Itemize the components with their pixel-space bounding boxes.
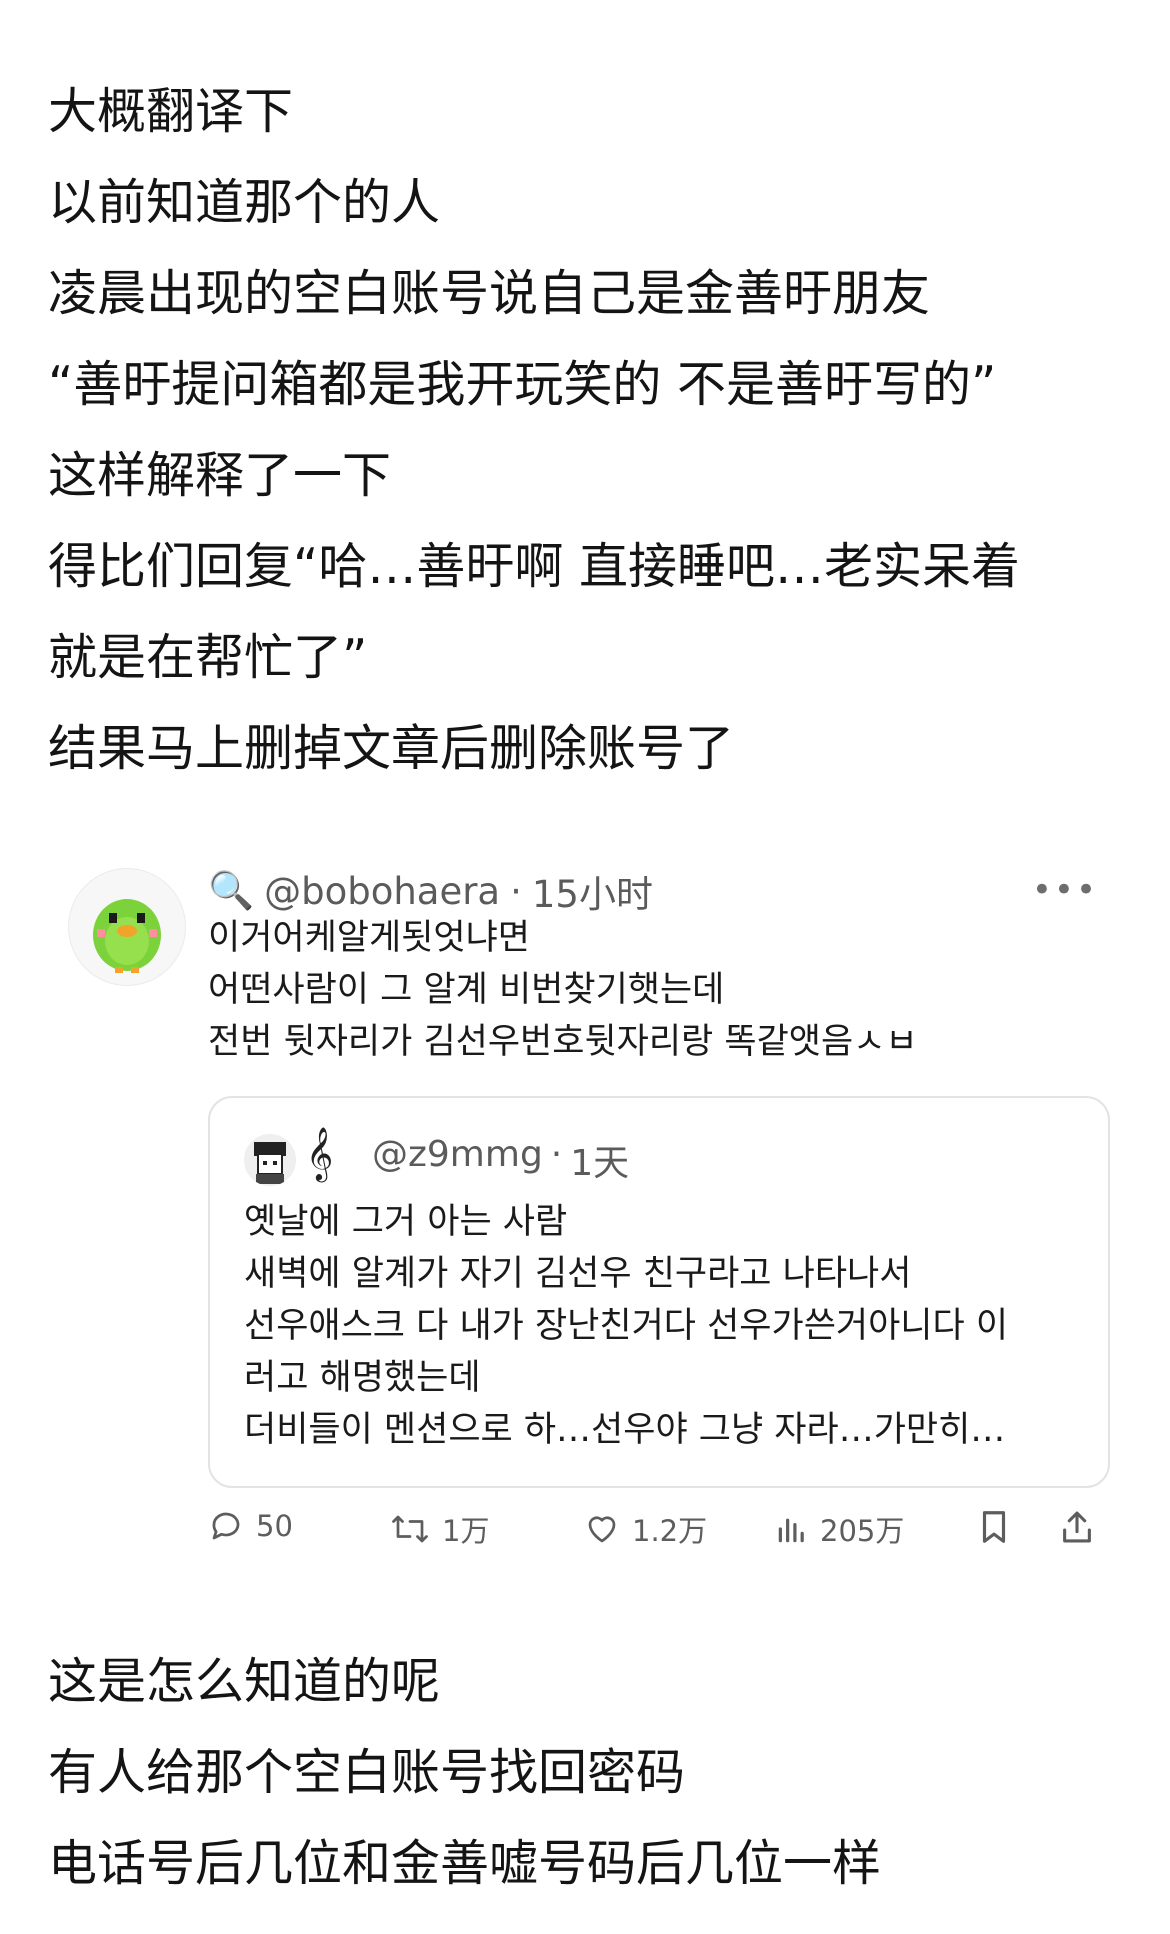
quoted-tweet[interactable]: 𝄞 @z9mmg · 1天 옛날에 그거 아는 사람 새벽에 알계가 자기 김선… <box>208 1096 1110 1488</box>
text-line: 电话号后几位和金善嘘号码后几位一样 <box>48 1835 882 1892</box>
tweet-line: 이거어케알게됫엇냐면 <box>208 918 531 958</box>
post-text-top: 大概翻译下 以前知道那个的人 凌晨出现的空白账号说自己是金善旴朋友 “善旴提问箱… <box>48 66 1130 794</box>
retweet-count: 1万 <box>442 1514 490 1548</box>
post-text-bottom: 这是怎么知道的呢 有人给那个空白账号找回密码 电话号后几位和金善嘘号码后几位一样 <box>48 1636 1130 1909</box>
text-line: 结果马上删掉文章后删除账号了 <box>48 720 735 777</box>
text-line: 大概翻译下 <box>48 83 294 140</box>
reply-icon <box>212 1512 240 1540</box>
quote-line: 새벽에 알계가 자기 김선우 친구라고 나타나서 <box>244 1254 912 1294</box>
avatar[interactable] <box>68 868 186 986</box>
separator-dot: · <box>550 1134 563 1175</box>
text-line: “善旴提问箱都是我开玩笑的 不是善旴写的” <box>48 356 997 413</box>
tweet-line: 전번 뒷자리가 김선우번호뒷자리랑 똑같앳음ㅅㅂ <box>208 1022 918 1062</box>
quote-line: 더비들이 멘션으로 하…선우야 그냥 자라…가만히… <box>244 1410 1006 1450</box>
tweet-actions: 50 1万 1.2万 205万 <box>208 1508 1108 1558</box>
share-icon <box>1063 1511 1091 1543</box>
tweet-handle[interactable]: @bobohaera <box>264 870 500 913</box>
search-emoji: 🔍 <box>208 869 255 912</box>
text-line: 就是在帮忙了” <box>48 629 368 686</box>
quote-line: 옛날에 그거 아는 사람 <box>244 1202 568 1242</box>
music-clef-icon: 𝄞 <box>306 1126 334 1180</box>
views-chart-icon <box>778 1518 804 1543</box>
tweet-body: 이거어케알게됫엇냐면 어떤사람이 그 알계 비번찾기햇는데 전번 뒷자리가 김선… <box>208 912 918 1068</box>
text-line: 以前知道那个的人 <box>48 174 441 231</box>
separator-dot: · <box>510 869 522 913</box>
retweet-button[interactable]: 1万 <box>390 1508 489 1550</box>
reply-button[interactable]: 50 <box>208 1508 293 1544</box>
text-line: 有人给那个空白账号找回密码 <box>48 1744 686 1801</box>
pixel-character-icon <box>244 1134 296 1186</box>
quote-avatar[interactable] <box>244 1134 296 1186</box>
text-line: 这是怎么知道的呢 <box>48 1653 441 1710</box>
quote-line: 선우애스크 다 내가 장난친거다 선우가쓴거아니다 이 <box>244 1306 1009 1346</box>
text-line: 凌晨出现的空白账号说自己是金善旴朋友 <box>48 265 931 322</box>
more-options-button[interactable]: ••• <box>1032 870 1098 910</box>
reply-count: 50 <box>256 1509 293 1543</box>
bookmark-icon <box>982 1511 1006 1543</box>
quote-meta: @z9mmg · 1天 <box>372 1134 629 1186</box>
text-line: 得比们回复“哈…善旴啊 直接睡吧…老实呆着 <box>48 538 1020 595</box>
share-button[interactable] <box>1060 1508 1094 1546</box>
heart-icon <box>588 1516 616 1543</box>
quote-handle[interactable]: @z9mmg <box>372 1134 543 1186</box>
like-count: 1.2万 <box>632 1514 708 1548</box>
views-count: 205万 <box>820 1514 905 1548</box>
quote-body: 옛날에 그거 아는 사람 새벽에 알계가 자기 김선우 친구라고 나타나서 선우… <box>244 1196 1084 1456</box>
tweet-time[interactable]: 15小时 <box>532 864 653 918</box>
views-button[interactable]: 205万 <box>776 1508 904 1550</box>
quote-line: 러고 해명했는데 <box>244 1358 481 1398</box>
green-bird-icon <box>93 899 161 973</box>
like-button[interactable]: 1.2万 <box>584 1508 707 1550</box>
tweet-card[interactable]: 🔍 @bobohaera · 15小时 ••• 이거어케알게됫엇냐면 어떤사람이… <box>48 848 1128 1578</box>
retweet-icon <box>392 1515 428 1543</box>
bookmark-button[interactable] <box>978 1508 1010 1546</box>
tweet-meta: 🔍 @bobohaera · 15小时 <box>208 864 653 918</box>
quote-time[interactable]: 1天 <box>570 1134 629 1186</box>
text-line: 这样解释了一下 <box>48 447 392 504</box>
tweet-line: 어떤사람이 그 알계 비번찾기햇는데 <box>208 970 725 1010</box>
